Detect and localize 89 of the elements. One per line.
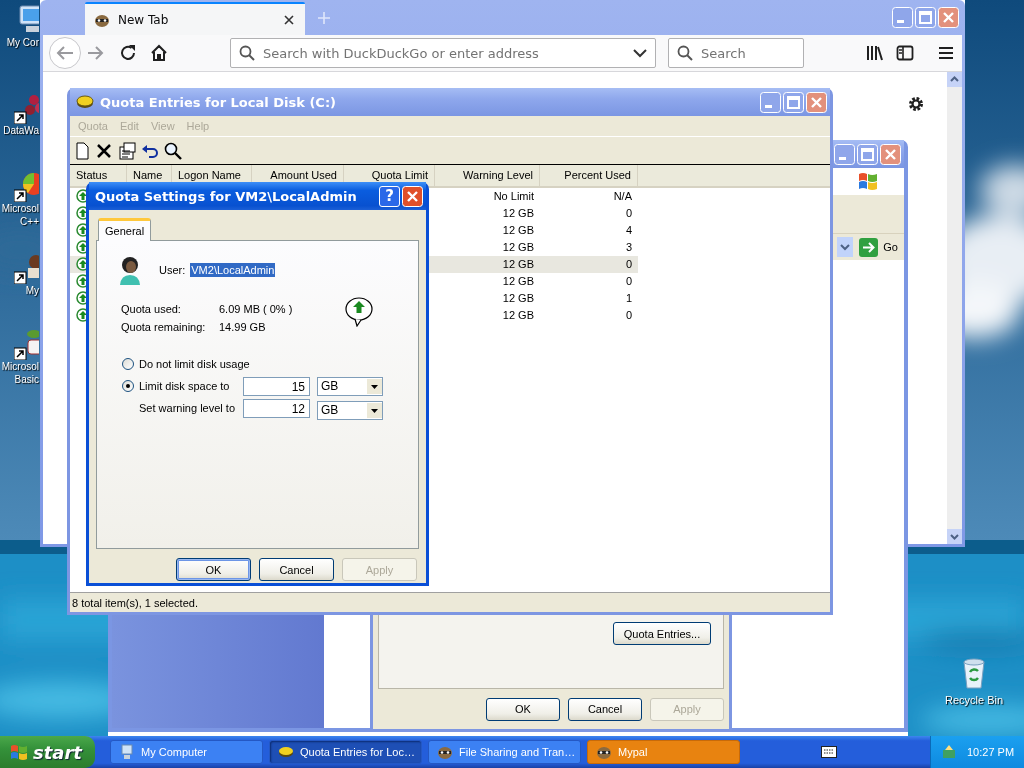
dropdown-caret-icon[interactable] — [633, 48, 647, 58]
radio-button[interactable] — [122, 358, 134, 370]
table-cell-text: 0 — [624, 308, 633, 323]
radio-button[interactable] — [122, 380, 134, 392]
animal-face-icon — [437, 744, 453, 760]
settings-icon[interactable] — [907, 95, 925, 113]
new-page-icon[interactable] — [74, 141, 90, 160]
input-field[interactable]: 12 — [243, 398, 310, 418]
close-tab-icon[interactable] — [282, 12, 296, 27]
table-cell-text: 12 GB — [501, 206, 535, 221]
table-cell-text: 0 — [624, 206, 633, 221]
table-cell-text: 1 — [624, 291, 633, 306]
close-button[interactable] — [402, 185, 423, 207]
column-header[interactable]: Percent Used — [540, 165, 638, 186]
taskbar-button[interactable]: My Computer — [110, 740, 263, 764]
table-cell-text: No Limit — [492, 189, 535, 204]
scroll-up-icon[interactable] — [947, 72, 962, 87]
caret-icon — [367, 402, 382, 418]
unit-dropdown[interactable]: GB — [317, 376, 383, 396]
search-placeholder: Search — [701, 45, 746, 61]
stat-label: Quota remaining: — [121, 321, 207, 333]
table-cell-text: 12 GB — [501, 308, 535, 323]
keyboard-icon[interactable] — [821, 746, 837, 758]
option-label: Set warning level to — [139, 402, 236, 414]
unit-dropdown[interactable]: GB — [317, 400, 383, 420]
table-cell-text: 0 — [624, 274, 633, 289]
address-placeholder: Search with DuckDuckGo or enter address — [263, 45, 540, 61]
stat-value: 14.99 GB — [219, 321, 267, 333]
table-cell-text: 12 GB — [501, 274, 535, 289]
table-cell-text: 12 GB — [501, 240, 535, 255]
table-cell-text: N/A — [612, 189, 633, 204]
taskbar-button[interactable]: File Sharing and Tran… — [428, 740, 581, 764]
four-color-flag-icon — [857, 171, 879, 191]
dialog-button[interactable]: Cancel — [259, 558, 334, 581]
sidebar-icon[interactable] — [896, 44, 914, 62]
quota-entries-button[interactable]: Quota Entries... — [613, 622, 711, 645]
table-cell-text: 3 — [624, 240, 633, 255]
properties-icon[interactable] — [118, 141, 136, 160]
dialog-button[interactable]: OK — [176, 558, 251, 581]
animal-face-icon — [596, 744, 612, 760]
scrollbar[interactable] — [947, 72, 962, 544]
help-button[interactable]: ? — [379, 185, 400, 207]
disk-icon — [76, 95, 94, 109]
tray-app-icon[interactable] — [941, 744, 957, 760]
taskbar-button[interactable]: Quota Entries for Loc… — [269, 740, 422, 764]
clock: 10:27 PM — [967, 746, 1015, 758]
caret-icon — [367, 378, 382, 394]
field-label: User: — [159, 264, 186, 276]
menu-icon[interactable] — [938, 45, 954, 61]
forward-icon[interactable] — [86, 44, 104, 62]
computer-icon — [119, 744, 135, 760]
browser-tab[interactable]: New Tab — [85, 2, 305, 35]
icon-label: Recycle Bin — [944, 694, 1004, 707]
option-label: Do not limit disk usage — [139, 358, 251, 370]
table-cell-text: 0 — [624, 257, 633, 272]
speech-bubble-icon — [344, 295, 376, 327]
window-title: Quota Settings for VM2\LocalAdmin — [95, 188, 357, 204]
back-button[interactable] — [49, 37, 81, 69]
delete-icon[interactable] — [95, 141, 113, 160]
address-bar[interactable]: Search with DuckDuckGo or enter address — [230, 38, 656, 68]
dialog-button[interactable]: OK — [486, 697, 560, 721]
option-label: Limit disk space to — [139, 380, 231, 392]
table-cell-text: 4 — [624, 223, 633, 238]
stat-label: Quota used: — [121, 303, 182, 315]
start-button[interactable]: start — [0, 736, 95, 768]
dialog-button[interactable]: Cancel — [568, 697, 642, 721]
library-icon[interactable] — [866, 44, 884, 62]
search-icon — [239, 45, 255, 61]
flag-icon — [9, 743, 29, 761]
tab-title: New Tab — [118, 12, 170, 27]
person-icon — [117, 255, 143, 285]
disk-icon — [278, 744, 294, 760]
search-box[interactable]: Search — [668, 38, 804, 68]
search-icon — [677, 45, 693, 61]
search-icon[interactable] — [164, 141, 182, 160]
tab[interactable]: General — [98, 218, 152, 241]
go-button[interactable]: Go — [859, 237, 898, 257]
input-field[interactable]: 15 — [243, 376, 310, 396]
window-title: Quota Entries for Local Disk (C:) — [100, 94, 337, 110]
table-cell-text: 12 GB — [501, 257, 535, 272]
scroll-down-icon[interactable] — [947, 529, 962, 544]
reload-icon[interactable] — [119, 44, 137, 62]
table-cell-text: 12 GB — [501, 223, 535, 238]
status-text: 8 total item(s), 1 selected. — [72, 596, 198, 609]
stat-value: 6.09 MB ( 0% ) — [219, 303, 293, 315]
home-icon[interactable] — [150, 44, 168, 62]
user-name-field[interactable]: VM2\LocalAdmin — [190, 263, 276, 277]
table-cell-text: 12 GB — [501, 291, 535, 306]
column-header[interactable]: Warning Level — [435, 165, 540, 186]
